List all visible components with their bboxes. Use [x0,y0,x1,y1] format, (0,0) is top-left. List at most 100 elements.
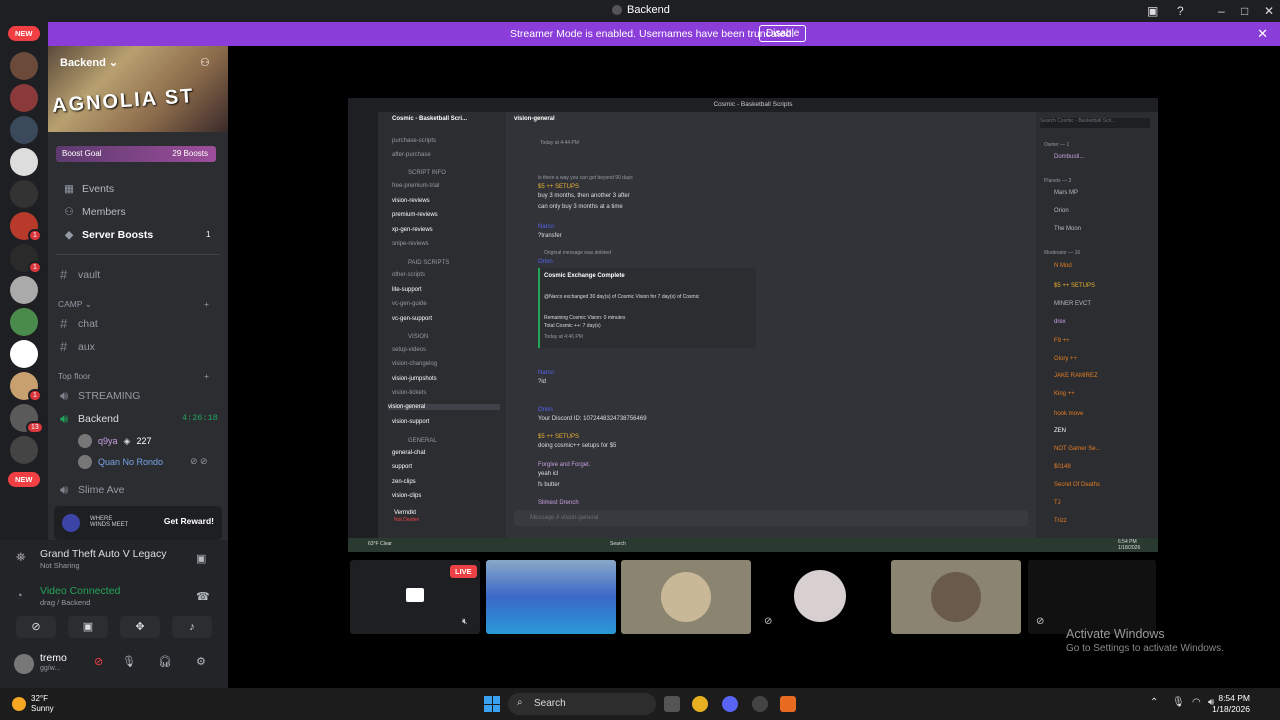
weather-widget[interactable]: 32°F Sunny [12,694,54,714]
inner-message-author: Orion [538,407,553,413]
inner-member: MINER EVCT [1054,301,1092,307]
inner-message-author: Slimest Drench [538,500,579,506]
voice-channel-backend[interactable]: 🔊︎ Backend [60,411,119,427]
members-icon: ⚇ [64,206,74,218]
channel-chat[interactable]: # chat [60,316,98,331]
disable-streamer-mode-button[interactable]: Disable [759,25,807,42]
server-icon[interactable] [10,436,38,464]
inner-channel: snipe-reviews [392,241,429,247]
participant-tile[interactable]: ⊘ [756,560,886,634]
inner-channel: free-premium-trial [392,183,440,189]
maximize-button[interactable]: □ [1241,4,1248,18]
voice-user[interactable]: q9ya ◈ 227 [78,434,151,448]
server-icon[interactable] [10,148,38,176]
avatar[interactable] [14,654,34,674]
voice-channel-streaming[interactable]: 🔊︎ STREAMING [60,388,140,404]
server-banner[interactable]: Backend ⌄ ⚇ AGNOLIA ST [48,46,228,132]
settings-gear-icon[interactable]: ⚙ [196,655,206,668]
inner-channel: zen-clips [392,479,416,485]
inner-channel: other-scripts [392,272,426,278]
nav-members[interactable]: ⚇ Members [62,206,125,218]
inbox-icon[interactable]: ▣ [1147,4,1158,18]
voice-channel-path[interactable]: drag / Backend [40,598,90,607]
soundboard-button[interactable]: ♪ [172,616,212,638]
minimize-button[interactable]: – [1218,4,1225,18]
inner-message: @Narco exchanged 30 day(s) of Cosmic Vis… [544,294,700,300]
inner-channel: support [392,464,413,470]
participant-tile[interactable]: ⊘ [1028,560,1156,634]
nav-server-boosts[interactable]: ◆ Server Boosts [62,229,153,241]
inner-channel: xp-gen-reviews [392,227,433,233]
task-view-icon[interactable] [664,696,680,712]
participant-tile-camera[interactable] [621,560,751,634]
inner-input-placeholder: Message # vision-general [530,515,599,521]
participant-tile-camera[interactable] [891,560,1021,634]
add-channel-icon[interactable]: + [204,371,209,381]
disconnect-icon[interactable]: ☎ [196,590,210,603]
category-top-floor[interactable]: Top floor + [58,371,228,381]
server-icon[interactable] [10,340,38,368]
server-name[interactable]: Backend ⌄ [60,56,118,69]
server-icon[interactable] [10,308,38,336]
app-icon[interactable] [780,696,796,712]
screen-share-button[interactable]: ▣ [68,616,108,638]
inner-channel: general-chat [392,450,426,456]
share-screen-icon[interactable]: ▣ [196,552,206,565]
headphones-icon[interactable]: 🎧︎ [158,655,172,668]
nav-events[interactable]: ▦ Events [62,183,114,195]
wifi-icon[interactable]: ◠ [1192,697,1201,708]
game-promo[interactable]: WHERE WINDS MEET Get Reward! [54,506,222,540]
camera-off-icon: ⊘ [1036,616,1045,627]
inner-member: TJ [1054,500,1061,506]
server-icon[interactable] [10,180,38,208]
shared-screen: Cosmic - Basketball Scripts Cosmic - Bas… [348,98,1158,552]
voice-status: Video Connected [40,585,121,597]
server-icon[interactable] [10,116,38,144]
participant-tile-game[interactable] [486,560,616,634]
close-window-button[interactable]: ✕ [1264,4,1274,18]
chrome-icon[interactable] [692,696,708,712]
inner-category: SCRIPT INFO [408,170,446,176]
inner-member: F9 ++ [1054,338,1070,344]
camera-off-button[interactable]: ⊘ [16,616,56,638]
inner-channel: vision-changelog [392,361,438,367]
channel-aux[interactable]: # aux [60,339,95,354]
speaker-icon: 🔊︎ [60,411,69,426]
xbox-icon[interactable] [752,696,768,712]
app-logo-icon [612,5,622,15]
boost-icon: ◈ [123,435,131,446]
help-icon[interactable]: ? [1177,4,1184,18]
taskbar-search[interactable]: ⌕ Search [508,693,656,715]
activities-button[interactable]: ✥ [120,616,160,638]
unread-badge: 1 [28,261,42,274]
chevron-up-icon[interactable]: ⌃ [1150,697,1158,708]
chevron-down-icon: ⌄ [108,57,119,69]
voice-channel-slime-ave[interactable]: 🔊︎ Slime Ave [60,482,125,498]
add-channel-icon[interactable]: + [204,299,209,309]
inner-message: doing cosmic++ setups for $5 [538,443,617,449]
close-banner-icon[interactable]: ✕ [1257,26,1268,42]
boost-goal-bar[interactable]: Boost Goal 29 Boosts [56,146,216,162]
inner-message-author: Forgive and Forget. [538,462,591,468]
discord-icon[interactable] [722,696,738,712]
voice-user[interactable]: Quan No Rondo [78,455,163,469]
taskbar-clock[interactable]: 8:54 PM 1/18/2026 [1212,693,1250,715]
category-camp[interactable]: CAMP ⌄ + [58,299,228,310]
inner-date: 1/18/2026 [1118,545,1141,551]
inner-category: VISION [408,334,429,340]
server-icon[interactable] [10,52,38,80]
server-icon[interactable] [10,84,38,112]
get-reward-button[interactable]: Get Reward! [164,516,214,526]
activity-status: Not Sharing [40,561,80,570]
microphone-icon[interactable]: 🎙︎ [122,655,136,668]
game-controller-icon[interactable]: ⊘ [94,655,103,668]
start-button[interactable] [484,696,500,712]
inner-member: The Moon [1054,226,1082,232]
speaker-icon: 🔊︎ [60,388,69,403]
avatar [78,434,92,448]
microphone-icon[interactable]: 🎙︎ [1172,697,1185,708]
channel-vault[interactable]: # vault [60,267,100,282]
speaker-icon: 🔊︎ [60,482,69,497]
add-member-icon[interactable]: ⚇ [200,56,210,69]
server-icon[interactable] [10,276,38,304]
